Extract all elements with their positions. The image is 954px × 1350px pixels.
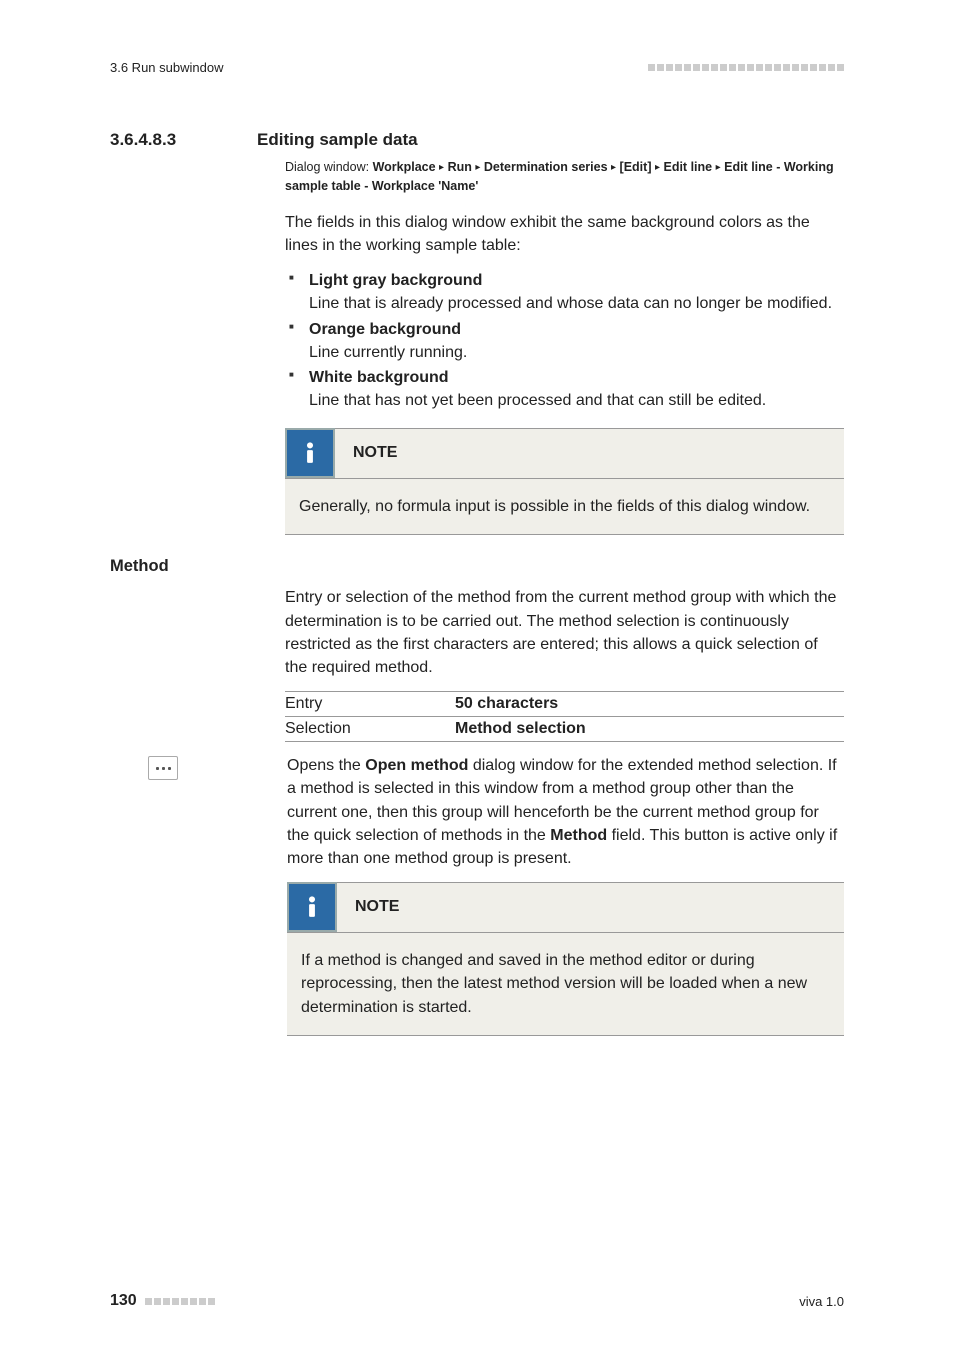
intro-paragraph: The fields in this dialog window exhibit… xyxy=(285,211,844,257)
list-item-body: Line currently running. xyxy=(309,341,844,364)
table-key: Entry xyxy=(285,692,455,717)
page-footer: 130 viva 1.0 xyxy=(110,1292,844,1310)
list-item-head: Light gray background xyxy=(309,272,482,289)
open-method-bold: Open method xyxy=(365,757,468,774)
table-key: Selection xyxy=(285,717,455,742)
chevron-right-icon: ▸ xyxy=(655,162,660,173)
note-box: NOTE Generally, no formula input is poss… xyxy=(285,428,844,535)
section-number: 3.6.4.8.3 xyxy=(110,130,225,150)
breadcrumb-part: Workplace xyxy=(373,160,436,174)
breadcrumb: Dialog window: Workplace ▸ Run ▸ Determi… xyxy=(285,158,844,197)
note-title: NOTE xyxy=(355,898,399,918)
list-item-head: White background xyxy=(309,369,449,386)
chevron-right-icon: ▸ xyxy=(439,162,444,173)
breadcrumb-part: Determination series xyxy=(484,160,608,174)
field-heading-method: Method xyxy=(110,557,844,576)
breadcrumb-part: [Edit] xyxy=(620,160,652,174)
method-field-table: Entry 50 characters Selection Method sel… xyxy=(285,691,844,742)
table-value: 50 characters xyxy=(455,692,844,717)
ellipsis-button[interactable] xyxy=(148,756,178,780)
table-value: Method selection xyxy=(455,717,844,742)
table-row: Selection Method selection xyxy=(285,717,844,742)
section-heading-row: 3.6.4.8.3 Editing sample data xyxy=(110,130,844,150)
method-description: Entry or selection of the method from th… xyxy=(285,586,844,679)
background-color-list: Light gray background Line that is alrea… xyxy=(285,269,844,412)
ellipsis-icon xyxy=(156,767,171,770)
breadcrumb-part: Run xyxy=(448,160,472,174)
info-icon xyxy=(285,428,335,478)
page-number: 130 xyxy=(110,1292,137,1310)
note-title: NOTE xyxy=(353,444,397,464)
list-item: Orange background Line currently running… xyxy=(285,318,844,364)
list-item-head: Orange background xyxy=(309,321,461,338)
note-box: NOTE If a method is changed and saved in… xyxy=(287,882,844,1036)
footer-version: viva 1.0 xyxy=(799,1294,844,1309)
list-item-body: Line that has not yet been processed and… xyxy=(309,389,844,412)
method-field-bold: Method xyxy=(550,827,607,844)
running-header: 3.6 Run subwindow xyxy=(110,60,844,75)
header-section-label: 3.6 Run subwindow xyxy=(110,60,223,75)
header-decor-squares xyxy=(648,64,844,71)
info-icon xyxy=(287,882,337,932)
list-item: Light gray background Line that is alrea… xyxy=(285,269,844,315)
note-body: Generally, no formula input is possible … xyxy=(285,495,844,518)
chevron-right-icon: ▸ xyxy=(475,162,480,173)
note-body: If a method is changed and saved in the … xyxy=(287,949,844,1019)
chevron-right-icon: ▸ xyxy=(611,162,616,173)
breadcrumb-prefix: Dialog window: xyxy=(285,160,369,174)
footer-decor-squares xyxy=(145,1298,215,1305)
list-item-body: Line that is already processed and whose… xyxy=(309,292,844,315)
open-method-row: Opens the Open method dialog window for … xyxy=(110,754,844,1058)
document-page: 3.6 Run subwindow 3.6.4.8.3 Editing samp… xyxy=(0,0,954,1350)
breadcrumb-part: Edit line xyxy=(663,160,712,174)
table-row: Entry 50 characters xyxy=(285,692,844,717)
open-method-paragraph: Opens the Open method dialog window for … xyxy=(287,754,844,870)
section-title: Editing sample data xyxy=(257,130,418,150)
text-fragment: Opens the xyxy=(287,757,365,774)
chevron-right-icon: ▸ xyxy=(716,162,721,173)
list-item: White background Line that has not yet b… xyxy=(285,366,844,412)
